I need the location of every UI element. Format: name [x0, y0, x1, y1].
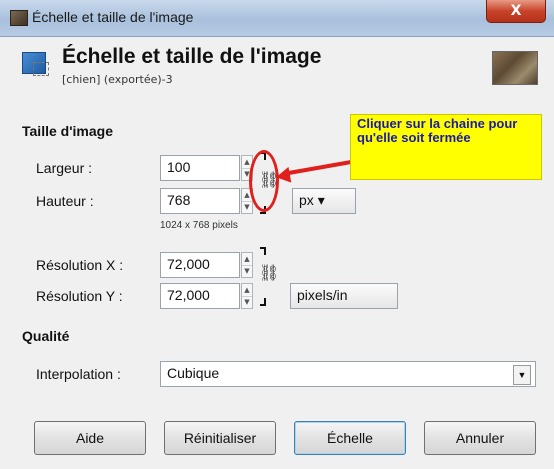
chevron-down-icon: ▾: [317, 192, 325, 208]
width-input[interactable]: 100: [160, 155, 240, 181]
scale-image-icon: [22, 52, 49, 76]
scale-button[interactable]: Échelle: [294, 421, 406, 455]
height-input[interactable]: 768: [160, 188, 240, 214]
resolution-x-input[interactable]: 72,000: [160, 252, 240, 278]
image-name: [chien] (exportée)-3: [62, 73, 173, 86]
reset-button[interactable]: Réinitialiser: [164, 421, 276, 455]
annotation-arrow: [282, 159, 358, 176]
pixel-dimensions-info: 1024 x 768 pixels: [160, 220, 238, 231]
annotation-highlight-circle: [249, 150, 279, 212]
spin-down-icon[interactable]: ▼: [242, 201, 252, 213]
dialog-title: Échelle et taille de l'image: [62, 45, 322, 68]
window-titlebar: Échelle et taille de l'image X: [0, 0, 554, 37]
height-label: Hauteur :: [36, 193, 94, 209]
res-chain-bracket-bottom: [260, 298, 266, 306]
res-chain-link-icon[interactable]: ⛓: [259, 263, 279, 282]
annotation-arrow-head: [274, 166, 292, 186]
chevron-down-icon[interactable]: ▼: [513, 365, 531, 385]
image-thumbnail: [492, 51, 538, 85]
resolution-x-spinner[interactable]: ▲ ▼: [241, 252, 253, 278]
dialog-header: Échelle et taille de l'image [chien] (ex…: [0, 37, 554, 107]
res-chain-bracket-top: [260, 247, 266, 255]
interpolation-select[interactable]: Cubique ▼: [160, 361, 536, 387]
interpolation-value: Cubique: [167, 365, 220, 381]
spin-down-icon[interactable]: ▼: [242, 296, 252, 308]
resolution-y-input[interactable]: 72,000: [160, 283, 240, 309]
close-button[interactable]: X: [486, 0, 546, 23]
quality-section-title: Qualité: [22, 328, 70, 344]
interpolation-label: Interpolation :: [36, 366, 121, 382]
unit-select[interactable]: px ▾: [292, 188, 356, 214]
window-title: Échelle et taille de l'image: [32, 9, 194, 25]
unit-value: px: [299, 192, 314, 208]
spin-down-icon[interactable]: ▼: [242, 265, 252, 277]
cancel-button[interactable]: Annuler: [424, 421, 536, 455]
annotation-callout: Cliquer sur la chaine pour qu'elle soit …: [350, 114, 542, 180]
width-label: Largeur :: [36, 160, 93, 176]
help-button[interactable]: Aide: [34, 421, 146, 455]
resolution-x-label: Résolution X :: [36, 257, 124, 273]
resolution-y-spinner[interactable]: ▲ ▼: [241, 283, 253, 309]
resolution-y-label: Résolution Y :: [36, 288, 123, 304]
gimp-app-icon: [10, 10, 28, 26]
resolution-unit-select[interactable]: pixels/in: [290, 283, 398, 309]
image-size-section-title: Taille d'image: [22, 123, 113, 139]
